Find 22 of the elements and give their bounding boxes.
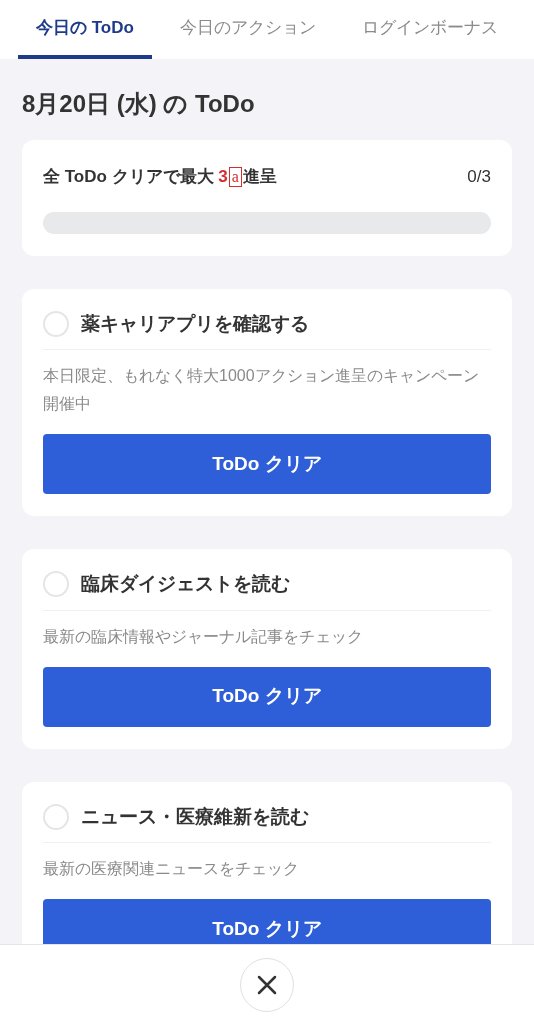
action-unit-icon: a (228, 166, 242, 187)
summary-text: 全 ToDo クリアで最大 (43, 166, 215, 188)
todo-description: 最新の臨床情報やジャーナル記事をチェック (43, 626, 364, 647)
todo-description: 本日限定、もれなく特大1000アクション進呈のキャンペーン開催中 (43, 366, 480, 414)
todo-clear-button[interactable]: ToDo クリア (43, 899, 491, 944)
todo-title: 薬キャリアプリを確認する (81, 311, 309, 336)
page-heading: 8月20日 (水) の ToDo (22, 92, 256, 116)
tab[interactable]: 今日の ToDo (18, 0, 152, 59)
todo-title: ニュース・医療維新を読む (81, 804, 309, 829)
todo-checkbox[interactable] (43, 571, 69, 598)
summary-text-end: 進呈 (242, 166, 277, 188)
progress-count: 0/3 (467, 166, 491, 188)
close-icon (256, 973, 278, 996)
todo-checkbox[interactable] (43, 803, 69, 830)
todo-checkbox[interactable] (43, 310, 69, 337)
todo-title: 臨床ダイジェストを読む (81, 572, 290, 596)
tab[interactable]: 今日のアクション (161, 0, 334, 59)
tab[interactable]: ログインボーナス (343, 0, 516, 59)
todo-clear-button[interactable]: ToDo クリア (43, 666, 491, 727)
todo-description: 最新の医療関連ニュースをチェック (43, 859, 300, 879)
highlight-number: 3 (218, 166, 228, 188)
todo-clear-button[interactable]: ToDo クリア (43, 434, 491, 494)
